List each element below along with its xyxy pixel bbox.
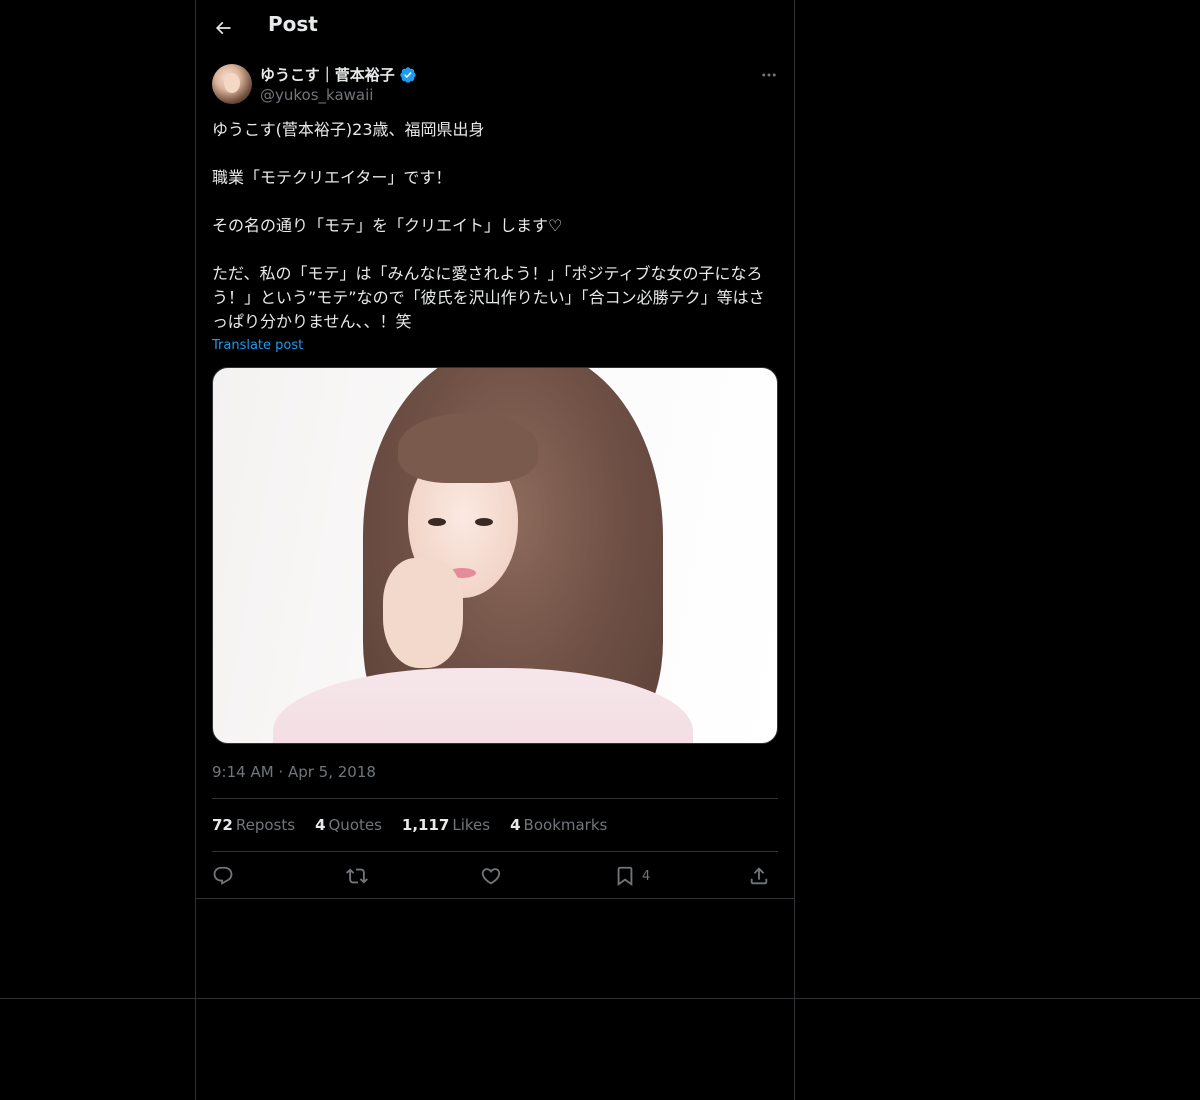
action-bar: 4 (212, 860, 778, 892)
reply-icon (213, 866, 233, 885)
post-stats: 72 Reposts 4 Quotes 1,117 Likes 4 Bookmarks (212, 816, 607, 834)
divider (212, 798, 778, 799)
post-bottom-divider (196, 898, 794, 899)
reposts-stat[interactable]: 72 Reposts (212, 816, 295, 834)
heart-icon (481, 868, 501, 885)
bookmark-button[interactable]: 4 (614, 864, 650, 888)
share-button[interactable] (748, 864, 770, 888)
post-line: 職業「モテクリエイター」です！ (212, 168, 452, 187)
share-icon (750, 867, 768, 885)
more-icon (762, 73, 776, 77)
more-options-button[interactable] (754, 64, 784, 86)
arrow-left-icon (215, 21, 231, 35)
repost-icon (346, 868, 368, 884)
author-handle[interactable]: @yukos_kawaii (260, 86, 373, 104)
post-timestamp[interactable]: 9:14 AM · Apr 5, 2018 (212, 763, 376, 781)
repost-button[interactable] (346, 864, 368, 888)
author-name-row[interactable]: ゆうこす｜菅本裕子 (260, 64, 417, 85)
post-image[interactable] (212, 367, 778, 744)
avatar[interactable] (212, 64, 252, 104)
page-title: Post (268, 12, 318, 36)
verified-badge-icon[interactable] (399, 66, 417, 84)
bookmark-icon (617, 866, 633, 887)
post-column: Post ゆうこす｜菅本裕子 @yukos_kawaii ゆうこす(菅本裕子)2… (195, 0, 795, 1100)
author-display-name[interactable]: ゆうこす｜菅本裕子 (260, 64, 395, 85)
bookmark-count: 4 (642, 868, 651, 884)
divider (212, 851, 778, 852)
post-line: その名の通り「モテ」を「クリエイト」します♡ (212, 216, 563, 235)
translate-post-link[interactable]: Translate post (212, 338, 303, 353)
post-line: ゆうこす(菅本裕子)23歳、福岡県出身 (212, 120, 485, 139)
like-button[interactable] (480, 864, 502, 888)
reply-button[interactable] (212, 864, 234, 888)
post-line: ただ、私の「モテ」は「みんなに愛されよう！」「ポジティブな女の子になろう！」とい… (212, 264, 765, 331)
bookmarks-stat[interactable]: 4 Bookmarks (510, 816, 607, 834)
likes-stat[interactable]: 1,117 Likes (402, 816, 490, 834)
quotes-stat[interactable]: 4 Quotes (315, 816, 382, 834)
header: Post (196, 0, 794, 54)
post-text: ゆうこす(菅本裕子)23歳、福岡県出身 職業「モテクリエイター」です！ その名の… (212, 118, 778, 334)
back-button[interactable] (206, 11, 240, 45)
